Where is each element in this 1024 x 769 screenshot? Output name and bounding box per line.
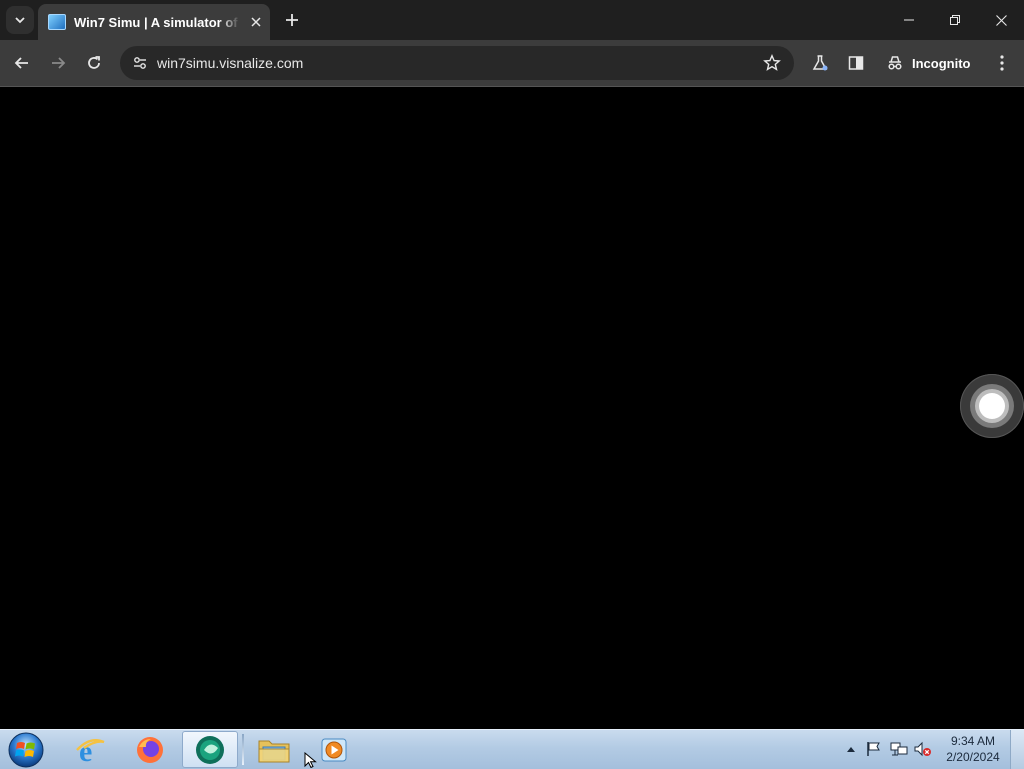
- network-icon: [890, 742, 908, 756]
- reload-button[interactable]: [78, 47, 110, 79]
- side-panel-button[interactable]: [842, 49, 870, 77]
- kebab-menu-icon: [1000, 55, 1004, 71]
- incognito-icon: [888, 56, 902, 70]
- clock-date: 2/20/2024: [946, 750, 1000, 764]
- browser-toolbar: win7simu.visnalize.com Incognito: [0, 40, 1024, 87]
- volume-muted-icon: [914, 741, 931, 757]
- new-tab-button[interactable]: [280, 8, 304, 32]
- start-button[interactable]: [6, 730, 46, 769]
- tab-search-button[interactable]: [6, 6, 34, 34]
- show-desktop-button[interactable]: [1010, 730, 1024, 769]
- mouse-cursor-icon: [304, 752, 317, 768]
- caret-up-icon: [847, 747, 855, 752]
- svg-text:e: e: [79, 735, 92, 766]
- assistive-touch-inner-ring: [975, 389, 1009, 423]
- labs-button[interactable]: [806, 49, 834, 77]
- assistive-touch-button[interactable]: [960, 374, 1024, 438]
- assistive-touch-outer-ring: [970, 384, 1014, 428]
- back-button[interactable]: [6, 47, 38, 79]
- flask-icon: [812, 55, 828, 71]
- close-icon: [251, 17, 261, 27]
- taskbar-firefox[interactable]: [122, 731, 178, 768]
- back-arrow-icon: [14, 57, 28, 69]
- site-info-button[interactable]: [128, 51, 152, 75]
- firefox-icon: [137, 736, 163, 763]
- win7simu-favicon: [48, 14, 66, 30]
- action-center-flag-icon: [867, 742, 880, 756]
- tune-icon: [134, 57, 146, 69]
- chevron-down-icon: [15, 17, 25, 24]
- taskbar: e 9:34 AM 2/20/2024: [0, 729, 1024, 769]
- plus-icon: [286, 14, 298, 26]
- action-center-button[interactable]: [866, 741, 882, 762]
- volume-button[interactable]: [914, 741, 932, 762]
- side-panel-icon: [848, 56, 864, 70]
- incognito-indicator[interactable]: Incognito: [886, 49, 971, 77]
- tab-close-button[interactable]: [246, 12, 266, 32]
- taskbar-active-app[interactable]: [182, 731, 238, 768]
- app-icon: [196, 735, 224, 764]
- internet-explorer-icon: e: [76, 735, 105, 766]
- page-viewport: [0, 87, 1024, 729]
- star-icon: [763, 54, 781, 71]
- clock-time: 9:34 AM: [950, 734, 996, 748]
- close-window-button[interactable]: [978, 0, 1024, 40]
- taskbar-internet-explorer[interactable]: e: [62, 731, 118, 768]
- minimize-icon: [904, 19, 914, 21]
- network-button[interactable]: [890, 741, 908, 762]
- close-icon: [995, 14, 1007, 26]
- incognito-label: Incognito: [912, 55, 971, 71]
- taskbar-windows-explorer[interactable]: [246, 731, 302, 768]
- browser-tab[interactable]: Win7 Simu | A simulator of Windows 7: [38, 4, 270, 40]
- show-hidden-icons-button[interactable]: [844, 742, 858, 756]
- taskbar-clock[interactable]: 9:34 AM 2/20/2024: [938, 733, 1008, 765]
- forward-button[interactable]: [42, 47, 74, 79]
- restore-button[interactable]: [932, 0, 978, 40]
- windows-start-orb-icon: [8, 732, 44, 767]
- browser-title-bar: Win7 Simu | A simulator of Windows 7: [0, 0, 1024, 40]
- folder-icon: [258, 740, 290, 762]
- url-text: win7simu.visnalize.com: [157, 55, 304, 71]
- media-player-icon: [321, 738, 347, 761]
- address-bar[interactable]: win7simu.visnalize.com: [120, 46, 794, 80]
- reload-icon: [88, 56, 100, 69]
- bookmark-button[interactable]: [760, 51, 784, 75]
- browser-menu-button[interactable]: [990, 49, 1014, 77]
- minimize-button[interactable]: [886, 0, 932, 40]
- tab-title: Win7 Simu | A simulator of Windows 7: [74, 14, 240, 30]
- assistive-touch-dot: [979, 393, 1005, 419]
- forward-arrow-icon: [52, 57, 66, 69]
- restore-icon: [950, 15, 960, 25]
- taskbar-separator: [242, 734, 244, 765]
